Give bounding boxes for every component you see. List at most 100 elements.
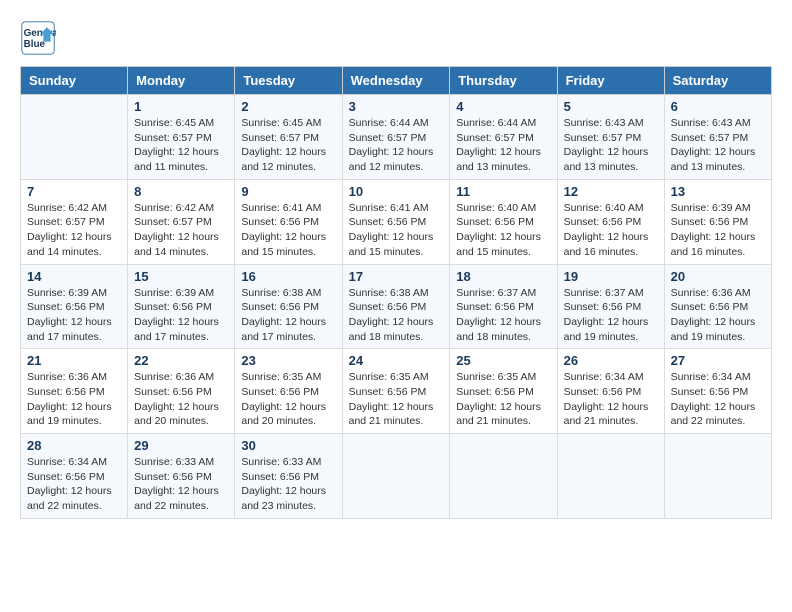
calendar-cell: 3 Sunrise: 6:44 AM Sunset: 6:57 PM Daylig… [342, 95, 450, 180]
calendar-cell: 29 Sunrise: 6:33 AM Sunset: 6:56 PM Dayli… [128, 434, 235, 519]
calendar-cell: 24 Sunrise: 6:35 AM Sunset: 6:56 PM Dayli… [342, 349, 450, 434]
day-info: Sunrise: 6:42 AM Sunset: 6:57 PM Dayligh… [27, 201, 121, 260]
day-number: 28 [27, 438, 121, 453]
calendar-cell: 10 Sunrise: 6:41 AM Sunset: 6:56 PM Dayli… [342, 179, 450, 264]
calendar-cell: 15 Sunrise: 6:39 AM Sunset: 6:56 PM Dayli… [128, 264, 235, 349]
day-number: 11 [456, 184, 550, 199]
calendar-cell: 13 Sunrise: 6:39 AM Sunset: 6:56 PM Dayli… [664, 179, 771, 264]
day-info: Sunrise: 6:41 AM Sunset: 6:56 PM Dayligh… [241, 201, 335, 260]
day-number: 4 [456, 99, 550, 114]
day-info: Sunrise: 6:45 AM Sunset: 6:57 PM Dayligh… [134, 116, 228, 175]
day-number: 16 [241, 269, 335, 284]
calendar-cell [450, 434, 557, 519]
header-row: SundayMondayTuesdayWednesdayThursdayFrid… [21, 67, 772, 95]
calendar-cell: 12 Sunrise: 6:40 AM Sunset: 6:56 PM Dayli… [557, 179, 664, 264]
calendar-cell: 22 Sunrise: 6:36 AM Sunset: 6:56 PM Dayli… [128, 349, 235, 434]
week-row-3: 14Sunrise: 6:39 AM Sunset: 6:56 PM Dayli… [21, 264, 772, 349]
calendar-cell: 5 Sunrise: 6:43 AM Sunset: 6:57 PM Daylig… [557, 95, 664, 180]
day-number: 21 [27, 353, 121, 368]
calendar-cell: 4 Sunrise: 6:44 AM Sunset: 6:57 PM Daylig… [450, 95, 557, 180]
day-info: Sunrise: 6:45 AM Sunset: 6:57 PM Dayligh… [241, 116, 335, 175]
calendar-cell: 14Sunrise: 6:39 AM Sunset: 6:56 PM Dayli… [21, 264, 128, 349]
day-info: Sunrise: 6:36 AM Sunset: 6:56 PM Dayligh… [134, 370, 228, 429]
day-info: Sunrise: 6:37 AM Sunset: 6:56 PM Dayligh… [456, 286, 550, 345]
calendar-cell [557, 434, 664, 519]
day-info: Sunrise: 6:33 AM Sunset: 6:56 PM Dayligh… [134, 455, 228, 514]
week-row-1: 1Sunrise: 6:45 AM Sunset: 6:57 PM Daylig… [21, 95, 772, 180]
calendar-cell: 19 Sunrise: 6:37 AM Sunset: 6:56 PM Dayli… [557, 264, 664, 349]
day-number: 3 [349, 99, 444, 114]
day-number: 23 [241, 353, 335, 368]
day-info: Sunrise: 6:39 AM Sunset: 6:56 PM Dayligh… [134, 286, 228, 345]
day-info: Sunrise: 6:43 AM Sunset: 6:57 PM Dayligh… [564, 116, 658, 175]
day-info: Sunrise: 6:41 AM Sunset: 6:56 PM Dayligh… [349, 201, 444, 260]
day-number: 15 [134, 269, 228, 284]
calendar-cell [664, 434, 771, 519]
day-info: Sunrise: 6:42 AM Sunset: 6:57 PM Dayligh… [134, 201, 228, 260]
week-row-2: 7 Sunrise: 6:42 AM Sunset: 6:57 PM Daylig… [21, 179, 772, 264]
calendar-cell: 7 Sunrise: 6:42 AM Sunset: 6:57 PM Daylig… [21, 179, 128, 264]
svg-text:Blue: Blue [24, 39, 46, 50]
calendar-cell [342, 434, 450, 519]
col-header-saturday: Saturday [664, 67, 771, 95]
calendar-cell: 23 Sunrise: 6:35 AM Sunset: 6:56 PM Dayli… [235, 349, 342, 434]
day-info: Sunrise: 6:44 AM Sunset: 6:57 PM Dayligh… [456, 116, 550, 175]
calendar-cell [21, 95, 128, 180]
day-number: 18 [456, 269, 550, 284]
day-number: 22 [134, 353, 228, 368]
col-header-friday: Friday [557, 67, 664, 95]
day-number: 10 [349, 184, 444, 199]
day-number: 9 [241, 184, 335, 199]
calendar-cell: 25 Sunrise: 6:35 AM Sunset: 6:56 PM Dayli… [450, 349, 557, 434]
calendar-cell: 11 Sunrise: 6:40 AM Sunset: 6:56 PM Dayli… [450, 179, 557, 264]
calendar-cell: 30 Sunrise: 6:33 AM Sunset: 6:56 PM Dayli… [235, 434, 342, 519]
day-number: 29 [134, 438, 228, 453]
calendar-cell: 9 Sunrise: 6:41 AM Sunset: 6:56 PM Daylig… [235, 179, 342, 264]
calendar-cell: 27 Sunrise: 6:34 AM Sunset: 6:56 PM Dayli… [664, 349, 771, 434]
day-number: 24 [349, 353, 444, 368]
calendar-table: SundayMondayTuesdayWednesdayThursdayFrid… [20, 66, 772, 519]
day-number: 7 [27, 184, 121, 199]
calendar-cell: 6Sunrise: 6:43 AM Sunset: 6:57 PM Daylig… [664, 95, 771, 180]
calendar-cell: 20 Sunrise: 6:36 AM Sunset: 6:56 PM Dayli… [664, 264, 771, 349]
day-info: Sunrise: 6:39 AM Sunset: 6:56 PM Dayligh… [27, 286, 121, 345]
calendar-cell: 28Sunrise: 6:34 AM Sunset: 6:56 PM Dayli… [21, 434, 128, 519]
day-info: Sunrise: 6:34 AM Sunset: 6:56 PM Dayligh… [564, 370, 658, 429]
calendar-cell: 8 Sunrise: 6:42 AM Sunset: 6:57 PM Daylig… [128, 179, 235, 264]
day-info: Sunrise: 6:34 AM Sunset: 6:56 PM Dayligh… [671, 370, 765, 429]
calendar-cell: 26 Sunrise: 6:34 AM Sunset: 6:56 PM Dayli… [557, 349, 664, 434]
calendar-cell: 16Sunrise: 6:38 AM Sunset: 6:56 PM Dayli… [235, 264, 342, 349]
day-info: Sunrise: 6:37 AM Sunset: 6:56 PM Dayligh… [564, 286, 658, 345]
calendar-cell: 21Sunrise: 6:36 AM Sunset: 6:56 PM Dayli… [21, 349, 128, 434]
page-header: General Blue [20, 20, 772, 56]
day-number: 5 [564, 99, 658, 114]
calendar-cell: 1Sunrise: 6:45 AM Sunset: 6:57 PM Daylig… [128, 95, 235, 180]
week-row-5: 28Sunrise: 6:34 AM Sunset: 6:56 PM Dayli… [21, 434, 772, 519]
day-info: Sunrise: 6:36 AM Sunset: 6:56 PM Dayligh… [671, 286, 765, 345]
day-number: 8 [134, 184, 228, 199]
col-header-thursday: Thursday [450, 67, 557, 95]
calendar-cell: 2Sunrise: 6:45 AM Sunset: 6:57 PM Daylig… [235, 95, 342, 180]
day-info: Sunrise: 6:33 AM Sunset: 6:56 PM Dayligh… [241, 455, 335, 514]
day-info: Sunrise: 6:35 AM Sunset: 6:56 PM Dayligh… [241, 370, 335, 429]
day-info: Sunrise: 6:38 AM Sunset: 6:56 PM Dayligh… [349, 286, 444, 345]
day-info: Sunrise: 6:35 AM Sunset: 6:56 PM Dayligh… [349, 370, 444, 429]
day-number: 20 [671, 269, 765, 284]
logo-icon: General Blue [20, 20, 56, 56]
day-number: 13 [671, 184, 765, 199]
day-number: 12 [564, 184, 658, 199]
day-number: 27 [671, 353, 765, 368]
day-info: Sunrise: 6:35 AM Sunset: 6:56 PM Dayligh… [456, 370, 550, 429]
day-info: Sunrise: 6:44 AM Sunset: 6:57 PM Dayligh… [349, 116, 444, 175]
day-number: 26 [564, 353, 658, 368]
day-info: Sunrise: 6:40 AM Sunset: 6:56 PM Dayligh… [564, 201, 658, 260]
day-info: Sunrise: 6:39 AM Sunset: 6:56 PM Dayligh… [671, 201, 765, 260]
day-number: 6 [671, 99, 765, 114]
day-number: 30 [241, 438, 335, 453]
day-number: 19 [564, 269, 658, 284]
col-header-sunday: Sunday [21, 67, 128, 95]
day-number: 25 [456, 353, 550, 368]
day-number: 17 [349, 269, 444, 284]
day-info: Sunrise: 6:40 AM Sunset: 6:56 PM Dayligh… [456, 201, 550, 260]
week-row-4: 21 Sunrise: 6:36 AM Sunset: 6:56 PM Dayli… [21, 349, 772, 434]
